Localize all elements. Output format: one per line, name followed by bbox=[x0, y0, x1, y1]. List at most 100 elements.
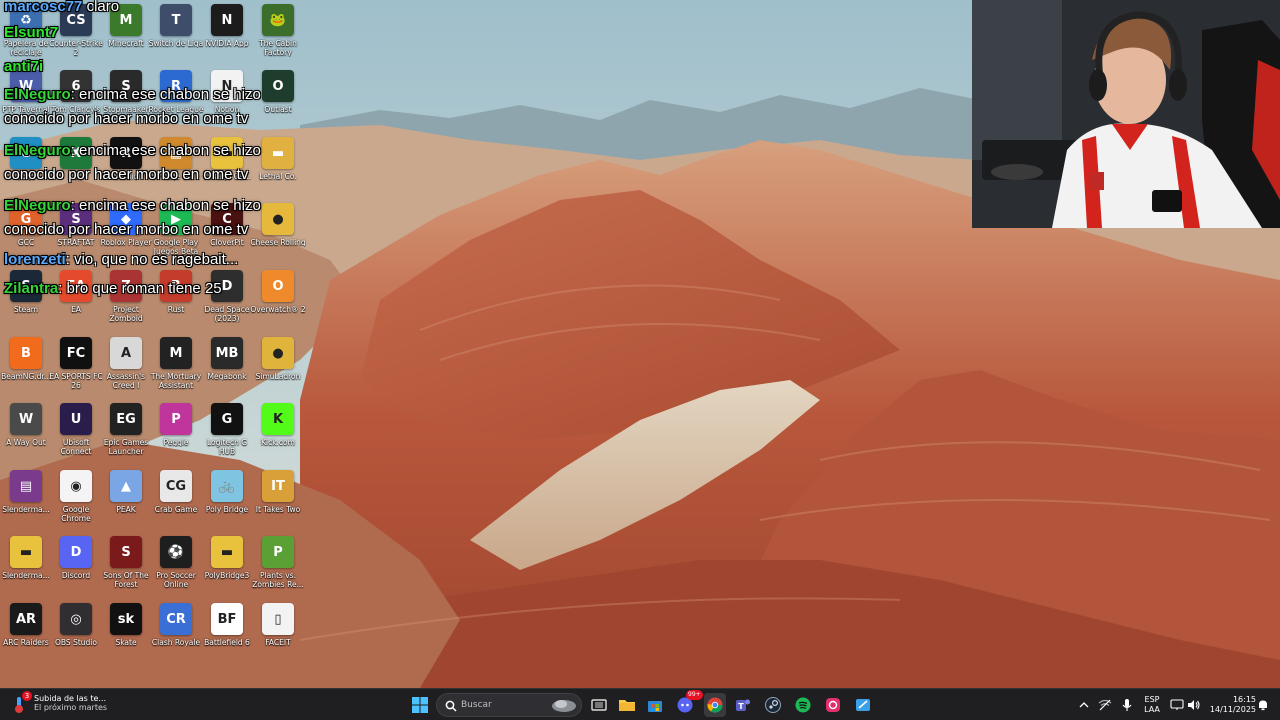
taskbar-file-explorer[interactable] bbox=[616, 693, 638, 717]
desktop-icon[interactable]: FC EA SPORTS FC 26 bbox=[49, 337, 103, 401]
desktop-icon[interactable]: 🐸 The Cabin Factory bbox=[252, 4, 304, 68]
desktop-icon[interactable]: P Peggle bbox=[150, 403, 202, 467]
desktop-icon[interactable]: D Discord bbox=[50, 536, 102, 600]
desktop-icon[interactable]: N Notion bbox=[201, 70, 253, 134]
desktop-icon[interactable]: C CloverPit bbox=[201, 203, 253, 267]
desktop-icon[interactable]: T Switch de Liga bbox=[149, 4, 203, 68]
tray-wifi-off[interactable] bbox=[1096, 693, 1114, 717]
desktop-icon[interactable]: ▬ Lethal Co. bbox=[252, 137, 304, 201]
desktop-icon[interactable]: S Sons Of The Forest bbox=[100, 536, 152, 600]
taskbar-teams[interactable]: T bbox=[732, 693, 754, 717]
clock[interactable]: 16:15 14/11/2025 bbox=[1204, 695, 1256, 715]
search-box[interactable]: Buscar bbox=[436, 693, 582, 717]
desktop-icon[interactable]: N NVIDIA App bbox=[201, 4, 253, 68]
desktop-icon[interactable]: O Outlast bbox=[252, 70, 304, 134]
desktop-icon[interactable]: ◎ OBS Studio bbox=[50, 603, 102, 667]
taskbar-streaming-app[interactable] bbox=[822, 693, 844, 717]
desktop-icon[interactable]: 6 Tom Clancy's bbox=[50, 70, 102, 134]
desktop-icon[interactable]: M The Mortuary Assistant bbox=[150, 337, 202, 401]
desktop-icon[interactable]: BF Battlefield 6 bbox=[201, 603, 253, 667]
desktop-icon-label: Clash Royale bbox=[151, 638, 201, 647]
desktop-icon[interactable]: G GCC bbox=[0, 203, 52, 267]
app-icon: ● bbox=[262, 203, 294, 235]
desktop-icon[interactable]: ◆ Roblox Player bbox=[100, 203, 152, 267]
app-icon: Z bbox=[110, 270, 142, 302]
desktop-icon[interactable]: ▬ vintage Ga... bbox=[201, 137, 253, 201]
taskbar-spotify[interactable] bbox=[792, 693, 814, 717]
streamer-webcam-image bbox=[972, 0, 1280, 228]
desktop-icon[interactable]: MB Megabonk bbox=[201, 337, 253, 401]
tray-microphone[interactable] bbox=[1118, 693, 1136, 717]
desktop-icon[interactable]: ▬ Slenderma... bbox=[0, 536, 52, 600]
desktop-icon[interactable]: ▶ Google Play Juegos Beta bbox=[150, 203, 202, 267]
desktop-icon[interactable]: X App bbox=[50, 137, 102, 201]
start-button[interactable] bbox=[408, 693, 432, 717]
desktop-icon[interactable]: ◉ Google Chrome bbox=[50, 470, 102, 534]
desktop-icon[interactable]: ▲ PEAK bbox=[100, 470, 152, 534]
desktop-icon[interactable]: EA EA bbox=[50, 270, 102, 334]
desktop-icon[interactable]: EG Epic Games Launcher bbox=[100, 403, 152, 467]
desktop-icon[interactable]: S Steam bbox=[0, 270, 52, 334]
desktop-icon-label: Battlefield 6 bbox=[204, 638, 250, 647]
desktop-icon[interactable]: Z Project Zomboid bbox=[100, 270, 152, 334]
desktop-icon[interactable]: P Plants vs. Zombies Re... bbox=[252, 536, 304, 600]
desktop-icon[interactable]: IT It Takes Two bbox=[252, 470, 304, 534]
desktop-icon[interactable]: G Logitech G HUB bbox=[201, 403, 253, 467]
tray-volume[interactable] bbox=[1186, 693, 1202, 717]
desktop-icon-label: NVIDIA App bbox=[205, 39, 249, 48]
notification-center-button[interactable] bbox=[1256, 693, 1270, 717]
monitor-network-icon bbox=[1170, 699, 1184, 710]
desktop-icon[interactable]: R Rust bbox=[150, 270, 202, 334]
show-hidden-icons-button[interactable] bbox=[1076, 693, 1092, 717]
app-icon: G bbox=[10, 203, 42, 235]
desktop-icon-label: OBS Studio bbox=[55, 638, 97, 647]
app-icon: IT bbox=[262, 470, 294, 502]
desktop-icon[interactable]: D Dead Space (2023) bbox=[201, 270, 253, 334]
app-icon: ▶ bbox=[160, 203, 192, 235]
desktop-icon[interactable]: R Studio bbox=[100, 137, 152, 201]
app-icon: R bbox=[110, 137, 142, 169]
desktop-icon-label: Ubisoft Connect bbox=[60, 438, 92, 456]
desktop-icon[interactable]: CR Clash Royale bbox=[150, 603, 202, 667]
notification-subtitle: El próximo martes bbox=[34, 703, 108, 712]
desktop-icon[interactable]: U Ubisoft Connect bbox=[50, 403, 102, 467]
desktop-icon[interactable]: ⚽ Pro Soccer Online bbox=[150, 536, 202, 600]
task-view-button[interactable] bbox=[588, 693, 610, 717]
notification-text[interactable]: Subida de las te... El próximo martes bbox=[34, 694, 124, 712]
desktop-icon-label: Outlast bbox=[264, 105, 292, 114]
desktop-icon[interactable]: sk Skate bbox=[100, 603, 152, 667]
desktop-icon[interactable]: ▯ FACEIT bbox=[252, 603, 304, 667]
app-icon: e bbox=[10, 137, 42, 169]
desktop-icon[interactable]: W A Way Out bbox=[0, 403, 52, 467]
desktop-icon-label: Tom Clancy's bbox=[51, 105, 101, 114]
desktop-icon[interactable]: ▤ Slenderma... bbox=[0, 470, 52, 534]
desktop-icon[interactable]: AR ARC Raiders bbox=[0, 603, 52, 667]
desktop-icon[interactable]: 🚲 Poly Bridge bbox=[201, 470, 253, 534]
desktop-icon[interactable]: e Edge bbox=[0, 137, 52, 201]
desktop-icon[interactable]: B BeamNG.dr... bbox=[0, 337, 52, 401]
taskbar-snipping-tool[interactable] bbox=[852, 693, 874, 717]
desktop-icon[interactable]: ▦ vintage Ga... bbox=[150, 137, 202, 201]
desktop-icon[interactable]: CS Counter-Strike 2 bbox=[49, 4, 103, 68]
desktop-icon[interactable]: ● SimuLadron bbox=[252, 337, 304, 401]
taskbar-steam[interactable] bbox=[762, 693, 784, 717]
desktop-icon[interactable]: O Overwatch® 2 bbox=[250, 270, 306, 334]
desktop-icon[interactable]: ▬ PolyBridge3 bbox=[201, 536, 253, 600]
desktop-icon[interactable]: W PTP Tavernal bbox=[0, 70, 52, 134]
desktop-icon[interactable]: A Assassin's Creed I bbox=[100, 337, 152, 401]
svg-text:T: T bbox=[738, 702, 744, 711]
taskbar-discord[interactable]: 99+ bbox=[674, 690, 703, 717]
desktop-icon[interactable]: ♻ Papelera de reciclaje bbox=[0, 4, 52, 68]
desktop-icon[interactable]: M Minecraft bbox=[100, 4, 152, 68]
taskbar-chrome[interactable] bbox=[704, 693, 726, 717]
tray-network[interactable] bbox=[1168, 693, 1186, 717]
taskbar-microsoft-store[interactable] bbox=[644, 693, 666, 717]
desktop-icon[interactable]: CG Crab Game bbox=[150, 470, 202, 534]
desktop-icon[interactable]: S STRAFTAT bbox=[50, 203, 102, 267]
language-indicator[interactable]: ESP LAA bbox=[1140, 695, 1164, 715]
desktop-icon[interactable]: ● Cheese Rolling bbox=[250, 203, 306, 267]
desktop-icon[interactable]: K Kick.com bbox=[252, 403, 304, 467]
weather-notification-icon[interactable]: 3 bbox=[8, 691, 32, 717]
desktop-icon[interactable]: R Rocket League bbox=[149, 70, 204, 134]
desktop-icon[interactable]: S Stopmaaker bbox=[100, 70, 152, 134]
